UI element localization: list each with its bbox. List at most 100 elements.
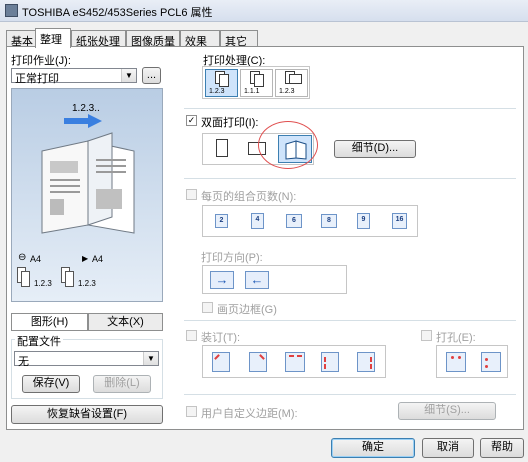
staple-mark [297,355,302,357]
hole-punch-checkbox[interactable] [421,330,432,341]
n-up-9-option[interactable]: 9 [357,213,370,229]
duplex-label: 双面打印(I): [201,117,259,129]
preview-area: 1.2.3.. ⊖ A4 ▶ A4 1.2.3 1.2.3 [11,88,163,302]
punch-mark [451,356,454,359]
custom-margin-checkbox[interactable] [186,406,197,417]
tab-effects[interactable]: 效果 [180,30,220,48]
staple-mark [289,355,294,357]
page-stack-icon [21,271,30,287]
stack-order-label: 1.2.3 [34,279,52,288]
profile-value: 无 [18,356,29,368]
rotate-sort-label: 1.2.3 [279,88,295,95]
hole-punch-options [436,345,508,378]
print-process-options: 1.2.3 1.1.1 1.2.3 [202,66,310,99]
tab-basic[interactable]: 基本 [6,30,36,48]
n-up-checkbox[interactable] [186,189,197,200]
left-to-right-option[interactable]: → [210,271,234,289]
tab-image-quality[interactable]: 图像质量 [126,30,180,48]
page-stack-icon [219,74,229,87]
n-up-options: 2 4 6 8 9 16 [202,205,418,237]
page-border-checkbox[interactable] [202,302,213,313]
n-up-6-option[interactable]: 6 [286,214,302,228]
preview-order-text: 1.2.3.. [72,103,100,114]
title-bar: TOSHIBA eS452/453Series PCL6 属性 [0,0,528,22]
staple-checkbox[interactable] [186,330,197,341]
n-up-2-option[interactable]: 2 [215,214,228,228]
staple-top-right-icon[interactable] [249,352,267,372]
staple-mark [324,357,326,362]
orientation-options: → ← [202,265,347,294]
n-up-label: 每页的组合页数(N): [201,191,297,203]
uncollated-option[interactable]: 1.1.1 [240,69,273,97]
divider [184,394,516,395]
staple-options [202,345,386,378]
orientation-label: 打印方向(P): [201,252,263,264]
collated-label: 1.2.3 [209,88,225,95]
staple-mark [214,354,220,360]
divider [184,320,516,321]
stack-order-label: 1.2.3 [78,279,96,288]
staple-double-left-icon[interactable] [321,352,339,372]
help-button[interactable]: 帮助 [480,438,524,458]
n-up-4-option[interactable]: 4 [251,213,264,229]
duplex-long-edge-option[interactable] [206,136,238,162]
staple-mark [259,354,265,360]
chevron-down-icon: ▼ [143,352,158,365]
punch-left-icon[interactable] [481,352,501,372]
custom-margin-details-button[interactable]: 细节(S)... [398,402,496,420]
tab-finishing[interactable]: 整理 [35,28,71,48]
delete-profile-button[interactable]: 删除(L) [93,375,151,393]
paper-size-label: A4 [30,254,42,264]
cancel-button[interactable]: 取消 [422,438,474,458]
chevron-down-icon: ▼ [121,69,136,82]
output-tray-icon: ▶ [82,254,89,263]
print-job-value: 正常打印 [15,73,59,85]
page-border-label: 画页边框(G) [217,304,277,316]
print-job-more-button[interactable]: ... [142,67,161,84]
page-stack-icon [65,271,74,287]
profile-label: 配置文件 [15,333,63,349]
save-profile-button[interactable]: 保存(V) [22,375,80,393]
tab-text-view[interactable]: 文本(X) [88,313,163,331]
restore-defaults-button[interactable]: 恢复缺省设置(F) [11,405,163,424]
collated-option[interactable]: 1.2.3 [205,69,238,97]
uncollated-label: 1.1.1 [244,88,260,95]
right-to-left-option[interactable]: ← [245,271,269,289]
tab-paper-handling[interactable]: 纸张处理 [71,30,126,48]
duplex-details-button[interactable]: 细节(D)... [334,140,416,158]
staple-label: 装订(T): [201,332,241,344]
punch-mark [458,356,461,359]
n-up-8-option[interactable]: 8 [321,214,337,228]
punch-mark [485,358,488,361]
staple-double-right-icon[interactable] [357,352,375,372]
staple-mark [370,357,372,362]
duplex-mode-icon: ⊖ [18,252,27,263]
page-stack-icon [254,74,264,87]
tab-graphic-view[interactable]: 图形(H) [11,313,88,331]
page-stack-icon [289,74,302,84]
n-up-16-option[interactable]: 16 [392,213,407,229]
punch-mark [485,365,488,368]
output-size-label: A4 [92,254,104,264]
divider [184,178,516,179]
printer-icon [5,4,18,17]
divider [184,108,516,109]
punch-top-icon[interactable] [446,352,466,372]
print-job-select[interactable]: 正常打印 ▼ [11,68,137,85]
page-icon [216,139,228,157]
staple-double-top-icon[interactable] [285,352,305,372]
tab-others[interactable]: 其它 [220,30,258,48]
hole-punch-label: 打孔(E): [436,332,476,344]
highlight-circle [258,121,318,169]
right-arrow-icon [64,114,102,128]
staple-top-left-icon[interactable] [212,352,230,372]
custom-margin-label: 用户自定义边距(M): [201,408,298,420]
profile-select[interactable]: 无 ▼ [14,351,159,368]
duplex-checkbox[interactable]: ✓ [186,115,197,126]
staple-mark [324,364,326,369]
ok-button[interactable]: 确定 [331,438,415,458]
booklet-preview-icon [41,132,135,234]
print-job-label: 打印作业(J): [11,55,71,67]
rotate-sort-option[interactable]: 1.2.3 [275,69,308,97]
staple-mark [370,364,372,369]
